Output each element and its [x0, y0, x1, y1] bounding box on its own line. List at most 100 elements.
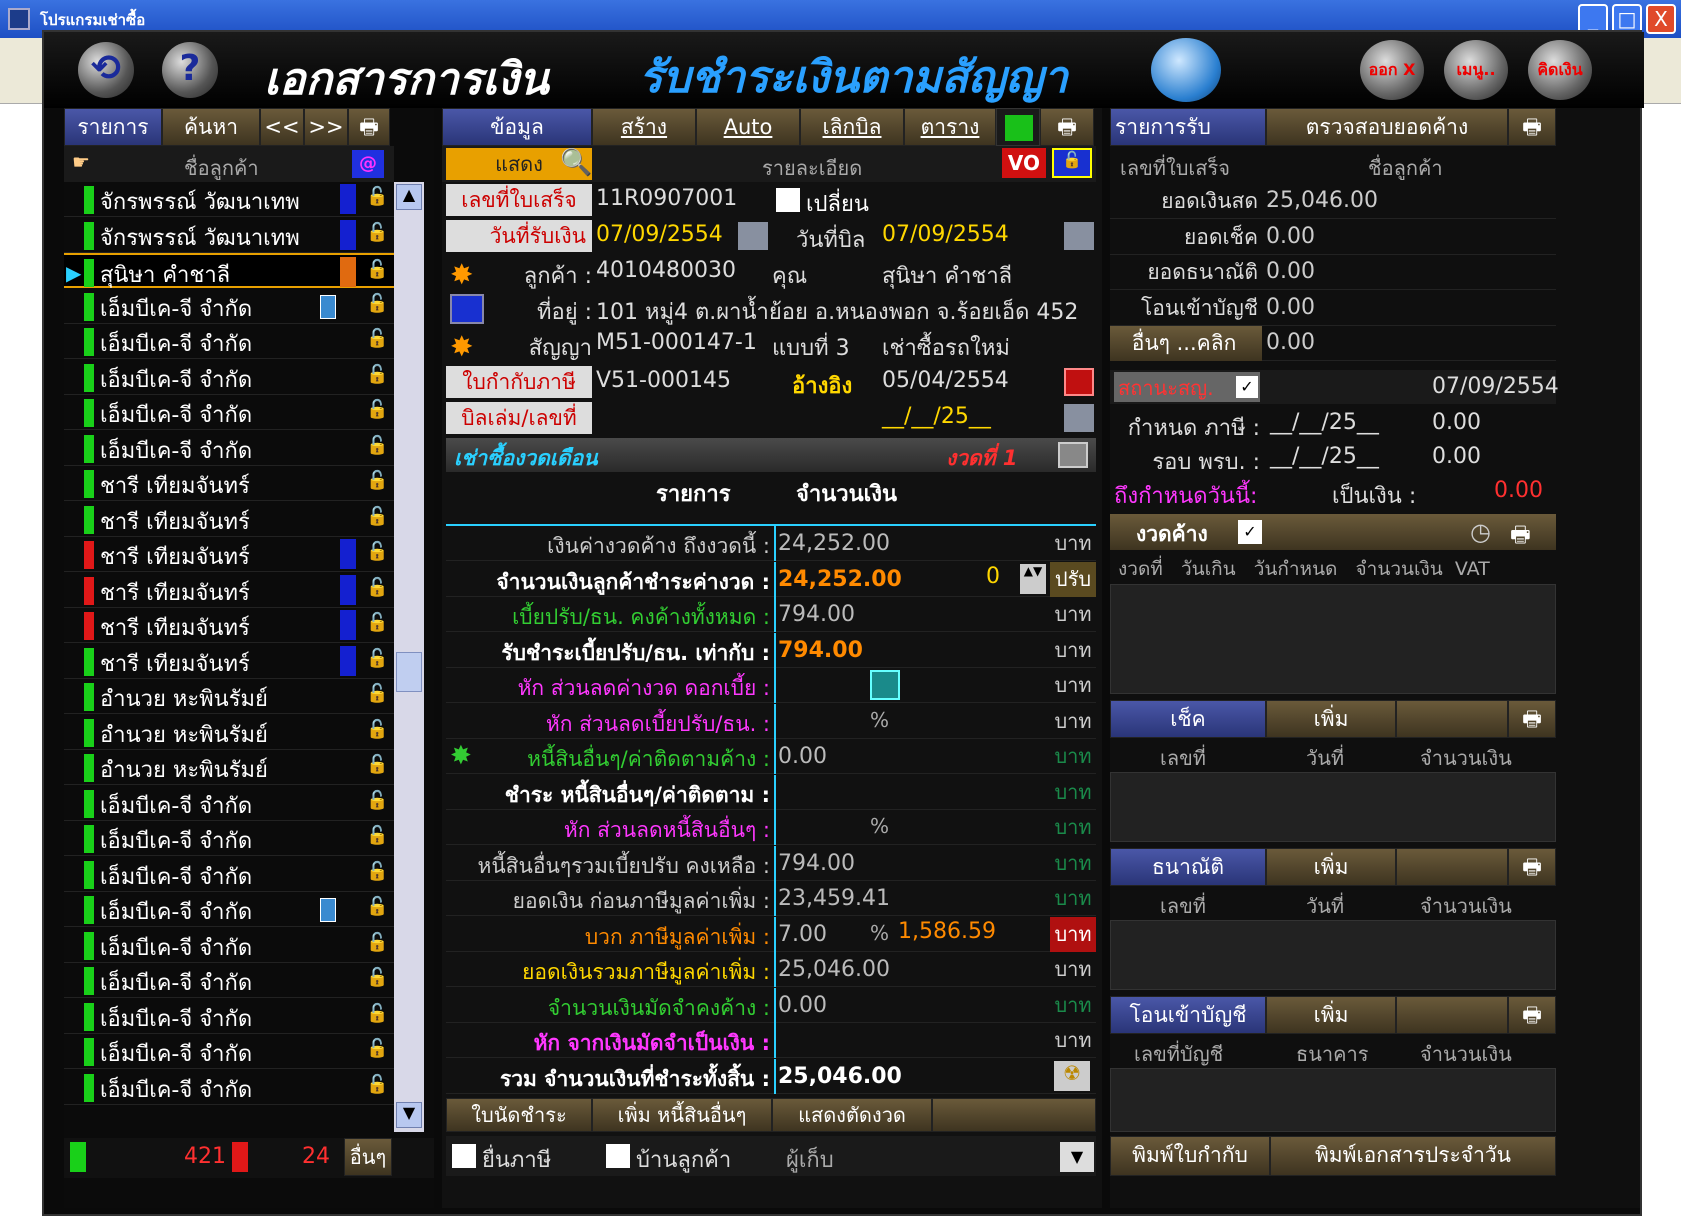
- printer-icon[interactable]: [1151, 38, 1221, 102]
- calendar-icon[interactable]: [738, 222, 768, 250]
- lock-icon[interactable]: 🔓: [366, 612, 388, 633]
- tab-list[interactable]: รายการ: [64, 108, 162, 146]
- amount-value[interactable]: 794.00: [774, 845, 1048, 881]
- appointment-button[interactable]: ใบนัดชำระ: [446, 1098, 592, 1132]
- close-button[interactable]: X: [1646, 4, 1676, 34]
- lock-icon[interactable]: 🔓: [366, 754, 388, 775]
- prev-button[interactable]: <<: [260, 108, 304, 146]
- list-item[interactable]: อำนวย หะพินรัมย์ 🔓: [64, 750, 394, 785]
- amount-value[interactable]: 0.00: [774, 987, 1048, 1023]
- tab-receipts[interactable]: รายการรับ: [1110, 108, 1266, 146]
- amount-value[interactable]: 0.00: [774, 739, 1048, 774]
- show-period-button[interactable]: แสดงตัดงวด: [772, 1098, 932, 1132]
- scroll-thumb[interactable]: [396, 652, 422, 692]
- lock-icon[interactable]: 🔓: [366, 932, 388, 953]
- lock-icon[interactable]: 🔓: [366, 222, 388, 243]
- lock-icon[interactable]: 🔓: [366, 825, 388, 846]
- lock-icon[interactable]: 🔓: [366, 896, 388, 917]
- lock-icon[interactable]: 🔓: [1052, 148, 1092, 178]
- list-item[interactable]: เอ็มบีเค-จี จำกัด 🔓: [64, 786, 394, 821]
- address-icon[interactable]: [450, 294, 484, 324]
- lock-icon[interactable]: 🔓: [366, 364, 388, 385]
- print-overdue-icon[interactable]: 🖶: [1510, 518, 1531, 556]
- list-item[interactable]: อำนวย หะพินรัมย์ 🔓: [64, 715, 394, 750]
- list-item[interactable]: เอ็มบีเค-จี จำกัด 🔓: [64, 821, 394, 856]
- amount-value[interactable]: 24,252.00: [774, 561, 1048, 597]
- tab-create[interactable]: สร้าง: [592, 108, 696, 146]
- amount-value[interactable]: [774, 703, 1048, 739]
- scroll-down-icon[interactable]: ▼: [396, 1102, 422, 1128]
- lock-icon[interactable]: 🔓: [366, 399, 388, 420]
- lock-icon[interactable]: 🔓: [366, 967, 388, 988]
- amount-value[interactable]: 25,046.00: [774, 1058, 1048, 1094]
- amount-value[interactable]: 25,046.00: [774, 952, 1048, 987]
- add-cheque-button[interactable]: เพิ่ม: [1266, 700, 1396, 738]
- print-daily-button[interactable]: พิมพ์เอกสารประจำวัน: [1270, 1136, 1556, 1176]
- vo-badge[interactable]: VO: [1002, 148, 1046, 178]
- next-button[interactable]: >>: [304, 108, 348, 146]
- change-checkbox[interactable]: [776, 188, 800, 212]
- help-icon[interactable]: ?: [162, 42, 218, 98]
- list-item[interactable]: เอ็มบีเค-จี จำกัด 🔓: [64, 1034, 394, 1069]
- list-item[interactable]: เอ็มบีเค-จี จำกัด 🔓: [64, 857, 394, 892]
- lock-icon[interactable]: 🔓: [366, 1074, 388, 1095]
- menu-button[interactable]: เมนู..: [1444, 40, 1508, 100]
- tab-data[interactable]: ข้อมูล: [442, 108, 592, 146]
- amount-value[interactable]: 23,459.41: [774, 881, 1048, 916]
- list-item[interactable]: เอ็มบีเค-จี จำกัด 🔓: [64, 431, 394, 466]
- list-item[interactable]: เอ็มบีเค-จี จำกัด 🔓: [64, 892, 394, 927]
- amount-value[interactable]: [774, 774, 1048, 810]
- lock-icon[interactable]: 🔓: [366, 541, 388, 562]
- status-checkbox[interactable]: ✓: [1236, 376, 1258, 398]
- list-item[interactable]: จักรพรรณ์ วัฒนาเทพ 🔓: [64, 182, 394, 217]
- star-icon[interactable]: ✸: [450, 258, 484, 291]
- calculator-button[interactable]: คิดเงิน: [1528, 40, 1592, 100]
- home-checkbox[interactable]: [606, 1144, 630, 1168]
- email-icon[interactable]: @: [352, 150, 384, 178]
- amount-value[interactable]: [774, 1023, 1048, 1058]
- lock-icon[interactable]: 🔓: [366, 719, 388, 740]
- lock-icon[interactable]: 🔓: [366, 577, 388, 598]
- calculate-icon[interactable]: ☢: [1054, 1060, 1090, 1091]
- add-transfer-button[interactable]: เพิ่ม: [1266, 996, 1396, 1034]
- calendar-icon-2[interactable]: [1064, 222, 1094, 250]
- list-item[interactable]: ชารี เทียมจันทร์ 🔓: [64, 466, 394, 501]
- add-debt-button[interactable]: เพิ่ม หนี้สินอื่นๆ: [592, 1098, 772, 1132]
- money-order-tab[interactable]: ธนาณัติ: [1110, 848, 1266, 886]
- list-item[interactable]: ชารี เทียมจันทร์ 🔓: [64, 573, 394, 608]
- stop-icon[interactable]: [1064, 368, 1094, 396]
- print-tax-invoice-button[interactable]: พิมพ์ใบกำกับ: [1110, 1136, 1270, 1176]
- star-icon[interactable]: ✸: [450, 741, 472, 771]
- amount-value[interactable]: 794.00: [774, 632, 1048, 668]
- transfer-tab[interactable]: โอนเข้าบัญชี: [1110, 996, 1266, 1034]
- magnifier-icon[interactable]: 🔍: [560, 148, 592, 178]
- other-button[interactable]: อื่นๆ: [344, 1138, 392, 1176]
- prb-due-date[interactable]: __/__/25__: [1270, 444, 1379, 469]
- lock-icon[interactable]: 🔓: [366, 293, 388, 314]
- print-icon[interactable]: 🖶: [1040, 108, 1094, 146]
- print-money-order-icon[interactable]: 🖶: [1508, 848, 1556, 886]
- bill-date[interactable]: 07/09/2554: [882, 222, 1009, 247]
- list-item[interactable]: เอ็มบีเค-จี จำกัด 🔓: [64, 928, 394, 963]
- refresh-icon[interactable]: ⟲: [78, 42, 134, 98]
- discount-button[interactable]: [870, 670, 900, 700]
- lock-icon[interactable]: 🔓: [366, 861, 388, 882]
- calendar-icon-3[interactable]: [1064, 404, 1094, 432]
- lock-icon[interactable]: 🔓: [366, 259, 388, 280]
- tax-invoice-no[interactable]: V51-000145: [596, 368, 731, 393]
- lock-icon[interactable]: 🔓: [366, 328, 388, 349]
- list-item[interactable]: ชารี เทียมจันทร์ 🔓: [64, 537, 394, 572]
- list-item[interactable]: ▶ สุนิษา คำชาลี 🔓: [64, 253, 394, 288]
- list-item[interactable]: เอ็มบีเค-จี จำกัด 🔓: [64, 289, 394, 324]
- refund-button[interactable]: ปรับ: [1050, 561, 1096, 597]
- cheque-tab[interactable]: เช็ค: [1110, 700, 1266, 738]
- clock-icon[interactable]: ◷: [1470, 518, 1491, 546]
- list-item[interactable]: ชารี เทียมจันทร์ 🔓: [64, 644, 394, 679]
- tab-table[interactable]: ตาราง: [904, 108, 996, 146]
- list-item[interactable]: จักรพรรณ์ วัฒนาเทพ 🔓: [64, 218, 394, 253]
- contract-star-icon[interactable]: ✸: [450, 330, 484, 363]
- amount-value[interactable]: [774, 810, 1048, 845]
- print-receipt-icon[interactable]: 🖶: [1508, 108, 1556, 146]
- lock-icon[interactable]: 🔓: [366, 186, 388, 207]
- overdue-checkbox[interactable]: ✓: [1238, 520, 1262, 544]
